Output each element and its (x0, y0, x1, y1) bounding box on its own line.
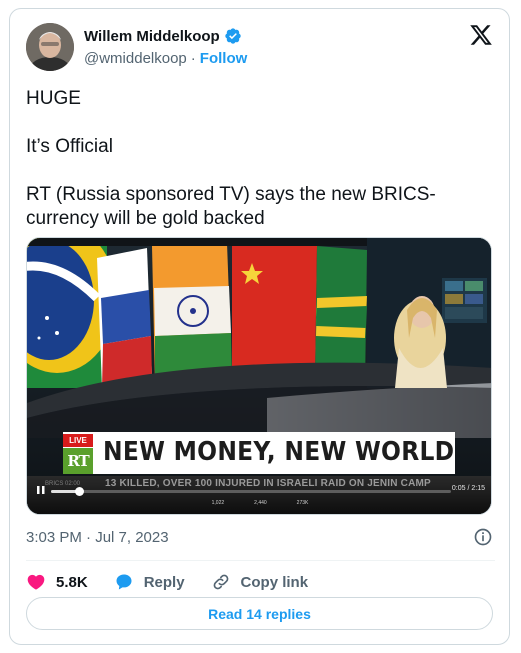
channel-logo: RT (63, 448, 93, 474)
pause-icon[interactable] (35, 485, 47, 495)
like-button[interactable]: 5.8K (26, 572, 88, 592)
author-name-row: Willem Middelkoop (84, 27, 242, 45)
avatar[interactable] (26, 23, 74, 71)
reply-button[interactable]: Reply (114, 572, 185, 592)
heart-icon (27, 574, 45, 590)
separator-dot: · (190, 50, 196, 67)
x-logo-icon[interactable] (469, 23, 493, 47)
verified-badge-icon (225, 28, 241, 44)
reply-label: Reply (143, 573, 185, 591)
handle-row: @wmiddelkoop · Follow (84, 50, 247, 67)
video-stat: 2,440 (254, 500, 267, 506)
news-ticker-text: 13 KILLED, OVER 100 INJURED IN ISRAELI R… (105, 478, 431, 489)
video-stat: 273K (296, 500, 309, 506)
video-time: 0:05 / 2:15 (451, 485, 485, 492)
divider (26, 560, 495, 561)
news-headline: NEW MONEY, NEW WORLD (103, 437, 455, 467)
speech-bubble-icon (116, 574, 132, 590)
like-count: 5.8K (56, 573, 88, 591)
author-handle[interactable]: @wmiddelkoop (84, 50, 187, 67)
tweet-text: HUGE It’s Official RT (Russia sponsored … (26, 88, 436, 229)
video-player[interactable]: LIVE RT NEW MONEY, NEW WORLD BRICS 02:00… (26, 237, 492, 515)
read-replies-button[interactable]: Read 14 replies (26, 597, 493, 630)
video-stats-row: 1,022 2,440 273K (27, 500, 491, 506)
ticker-prefix: BRICS 02:00 (45, 481, 81, 487)
video-stat: 1,022 (211, 500, 225, 506)
action-bar: 5.8K Reply Copy link (26, 567, 334, 597)
video-progress-handle[interactable] (75, 487, 84, 496)
live-badge: LIVE (63, 434, 93, 447)
follow-button[interactable]: Follow (200, 50, 248, 67)
copy-link-label: Copy link (240, 573, 309, 591)
video-progress-bar[interactable] (51, 487, 451, 496)
tweet-timestamp[interactable]: 3:03 PM · Jul 7, 2023 (26, 529, 169, 546)
info-icon[interactable] (473, 527, 493, 547)
link-icon (213, 574, 228, 590)
copy-link-button[interactable]: Copy link (211, 572, 309, 592)
avatar-photo (26, 23, 74, 71)
author-name[interactable]: Willem Middelkoop (84, 28, 220, 45)
tweet-card: Willem Middelkoop @wmiddelkoop · Follow … (9, 8, 510, 645)
